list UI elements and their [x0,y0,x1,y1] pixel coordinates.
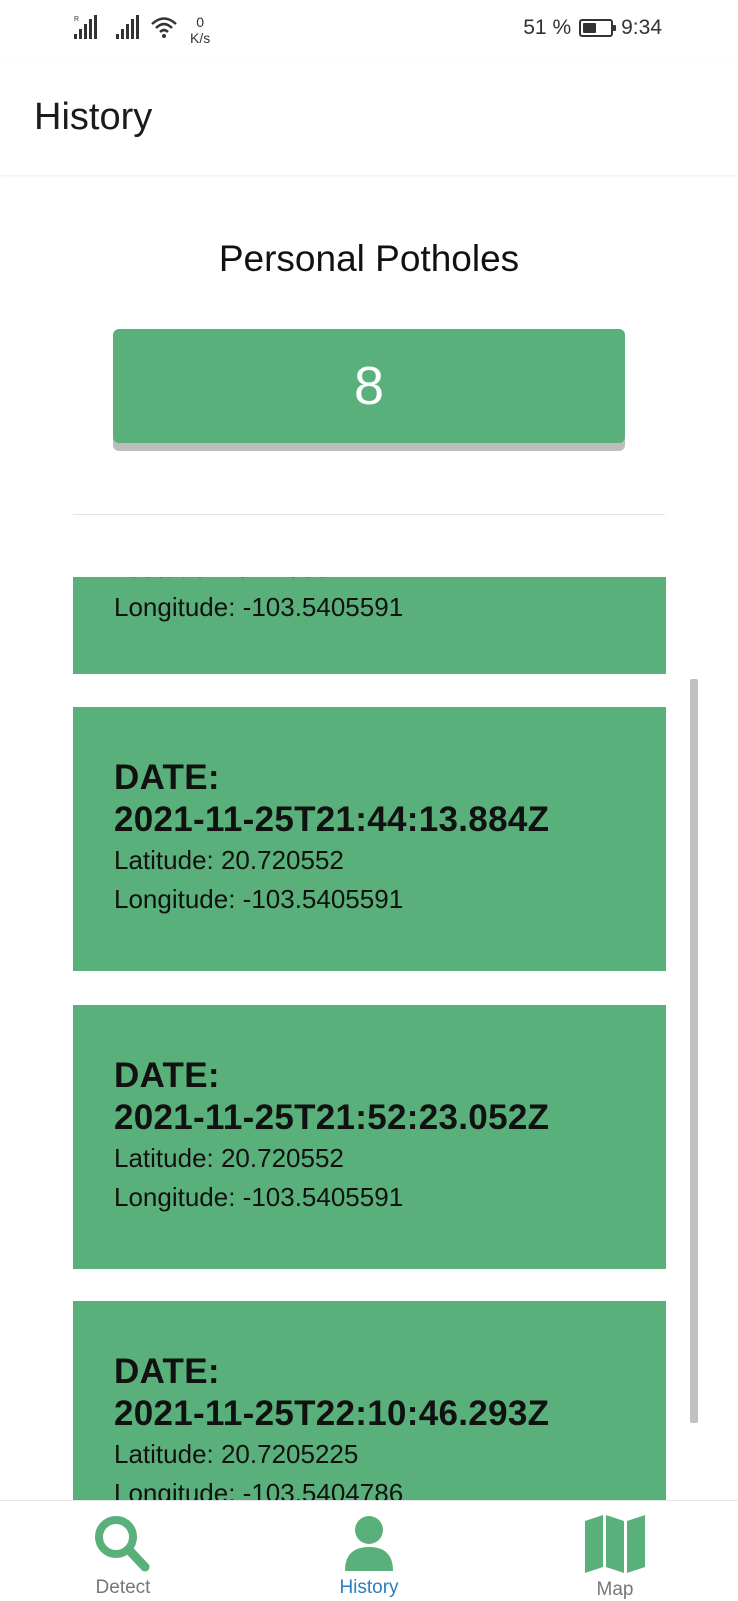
net-speed-value: 0 [196,14,205,30]
record-latitude: Latitude: 20.720552 [114,1143,344,1173]
record-date: 2021-11-25T21:44:13.884Z [114,800,550,839]
status-bar: R 0 K/s 51 % 9:34 [0,0,738,60]
nav-item-detect[interactable]: Detect [23,1501,223,1601]
app-header: History [0,60,738,175]
clock: 9:34 [621,16,662,39]
signal-label: R [74,16,79,23]
net-speed: 0 K/s [190,14,210,46]
map-icon [585,1515,645,1573]
pothole-count: 8 [353,356,385,416]
summary-title: Personal Potholes [218,238,520,279]
records-list[interactable]: Latitude: 20.720552 Longitude: -103.5405… [0,577,738,1500]
record-card[interactable]: DATE: 2021-11-25T21:52:23.052Z Latitude:… [73,1005,666,1269]
record-date: 2021-11-25T22:10:46.293Z [114,1394,550,1433]
nav-label-detect: Detect [95,1577,151,1598]
battery-percent: 51 % [523,16,572,39]
nav-label-map: Map [596,1579,634,1600]
nav-item-map[interactable]: Map [515,1501,715,1601]
record-latitude: Latitude: 20.720552 [114,577,666,588]
bottom-nav: Detect History Map [0,1500,738,1601]
record-card[interactable]: DATE: 2021-11-25T21:44:13.884Z Latitude:… [73,707,666,971]
record-date: 2021-11-25T21:52:23.052Z [114,1098,550,1137]
record-card[interactable]: DATE: 2021-11-25T22:10:46.293Z Latitude:… [73,1301,666,1500]
search-icon [95,1516,150,1572]
cell-signal-2-icon [116,15,139,39]
list-scrollbar[interactable] [690,679,698,1423]
record-date-label: DATE: [114,1352,220,1391]
record-longitude: Longitude: -103.5405591 [114,592,404,622]
status-left: R 0 K/s [74,14,210,46]
cell-signal-icon: R [74,15,97,39]
pothole-count-button[interactable]: 8 [113,329,625,443]
page-title: History [34,96,153,138]
record-longitude: Longitude: -103.5405591 [114,884,404,914]
record-latitude: Latitude: 20.720552 [114,845,344,875]
nav-item-history[interactable]: History [269,1501,469,1601]
wifi-icon [151,17,177,38]
nav-label-history: History [339,1577,399,1598]
user-icon [345,1516,393,1571]
status-right: 51 % 9:34 [523,16,662,40]
record-longitude: Longitude: -103.5404786 [114,1478,404,1500]
record-date-label: DATE: [114,1056,220,1095]
battery-icon [579,19,617,37]
record-card[interactable]: Latitude: 20.720552 Longitude: -103.5405… [73,577,666,674]
divider [73,514,665,515]
record-date-label: DATE: [114,758,220,797]
record-latitude: Latitude: 20.7205225 [114,1439,359,1469]
net-speed-unit: K/s [190,30,211,46]
record-longitude: Longitude: -103.5405591 [114,1182,404,1212]
